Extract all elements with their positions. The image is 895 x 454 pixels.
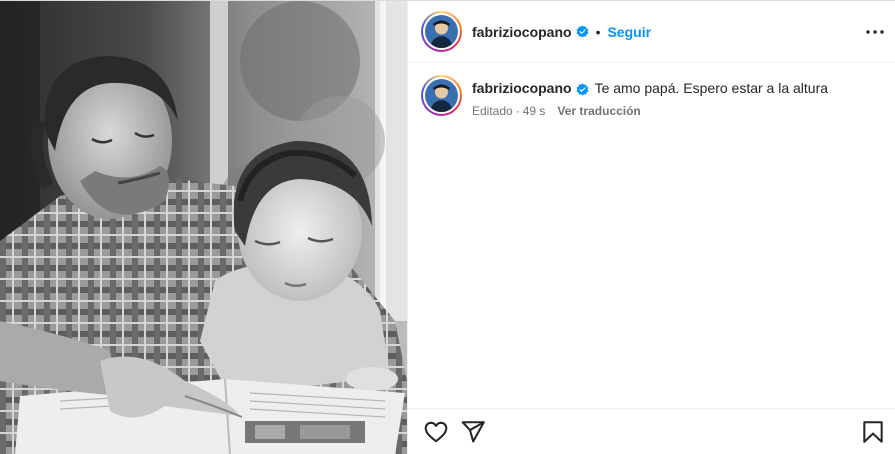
action-bar xyxy=(408,408,895,454)
avatar-image xyxy=(425,15,458,48)
heart-icon[interactable] xyxy=(423,419,449,445)
caption-username-link[interactable]: fabriziocopano xyxy=(472,79,572,97)
paper-plane-icon[interactable] xyxy=(460,419,486,445)
see-translation-button[interactable]: Ver traducción xyxy=(557,104,640,118)
more-options-icon[interactable] xyxy=(863,20,887,44)
photo-father-and-son-reading xyxy=(0,1,407,454)
post-side-panel: fabriziocopano • Seguir fabriziocopano T… xyxy=(407,1,895,454)
caption-text: Te amo papá. Espero estar a la altura xyxy=(594,80,829,96)
instagram-post: fabriziocopano • Seguir fabriziocopano T… xyxy=(0,0,895,454)
separator-dot: • xyxy=(595,23,601,40)
bookmark-icon[interactable] xyxy=(860,419,886,445)
edited-label: Editado xyxy=(472,104,513,118)
avatar-image xyxy=(425,79,458,112)
post-photo[interactable] xyxy=(0,1,407,454)
timestamp[interactable]: 49 s xyxy=(523,104,546,118)
avatar[interactable] xyxy=(421,11,462,52)
post-caption: fabriziocopano Te amo papá. Espero estar… xyxy=(421,75,828,118)
follow-button[interactable]: Seguir xyxy=(607,24,651,40)
verified-badge-icon xyxy=(576,25,589,38)
meta-separator: · xyxy=(515,104,520,118)
post-header: fabriziocopano • Seguir xyxy=(408,1,895,63)
caption-avatar[interactable] xyxy=(421,75,462,116)
verified-badge-icon xyxy=(576,82,589,96)
caption-meta: Editado · 49 s Ver traducción xyxy=(472,104,828,118)
username-link[interactable]: fabriziocopano xyxy=(472,24,572,40)
